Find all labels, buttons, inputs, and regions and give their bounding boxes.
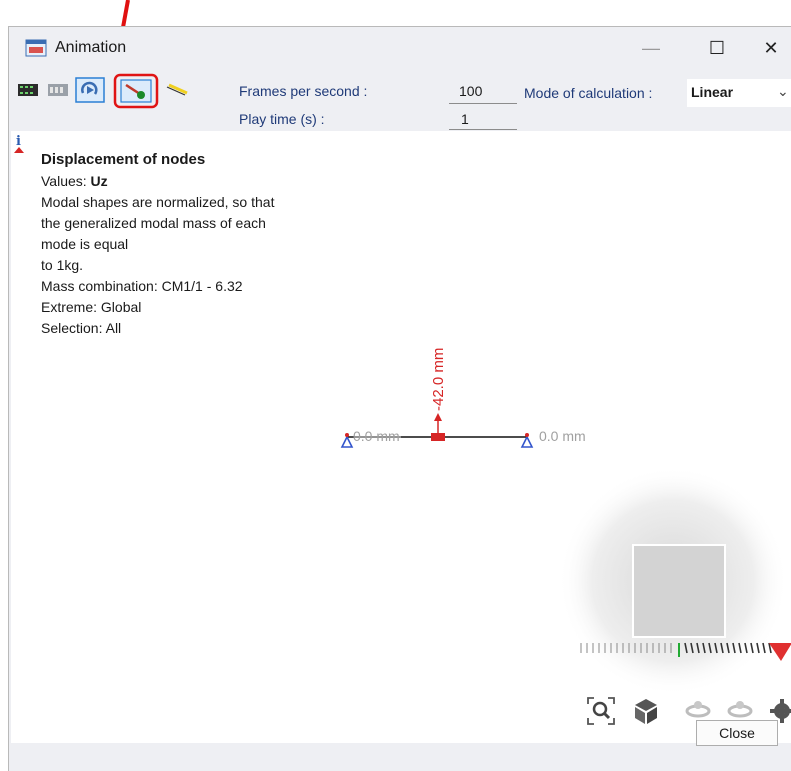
status-bar	[9, 743, 791, 771]
mode-select[interactable]: Linear ⌄	[687, 79, 791, 107]
info-line: Selection: All	[41, 320, 122, 336]
animation-window: Animation — ☐ ✕ Frames per second: 100 …	[8, 26, 791, 771]
maximize-button[interactable]: ☐	[695, 33, 739, 63]
loop-play-icon[interactable]	[75, 77, 105, 103]
window-close-button[interactable]: ✕	[749, 33, 791, 63]
title-bar[interactable]: Animation — ☐ ✕	[9, 27, 791, 69]
left-displacement-label: 0.0 mm	[353, 428, 400, 444]
chevron-down-icon: ⌄	[777, 83, 789, 99]
undeformed-shape-icon[interactable]	[165, 81, 189, 99]
deformed-shape-icon[interactable]	[113, 73, 159, 109]
mid-displacement-label: -42.0 mm	[430, 348, 447, 411]
arrow-head	[434, 413, 442, 421]
animation-app-icon	[25, 39, 47, 57]
mid-node-marker	[431, 433, 445, 441]
info-values-label: Values:	[41, 173, 91, 189]
fps-input[interactable]: 100	[459, 83, 482, 99]
playtime-label: Play time (s) :	[239, 111, 325, 127]
info-values-value: Uz	[90, 173, 108, 189]
beam-model: 0.0 mm 0.0 mm -42.0 mm	[340, 348, 586, 448]
right-support-icon	[520, 435, 534, 448]
navigation-cube[interactable]	[551, 461, 791, 701]
info-line: the generalized modal mass of each	[41, 215, 266, 231]
info-toggle-icon[interactable]: i	[13, 133, 25, 155]
window-title: Animation	[55, 39, 127, 56]
zoom-fit-icon[interactable]	[586, 696, 616, 726]
info-line: to 1kg.	[41, 257, 84, 273]
film-strip-icon[interactable]	[17, 81, 39, 99]
view-cube-icon[interactable]	[631, 696, 661, 726]
frames-icon[interactable]	[47, 81, 69, 99]
toolbar: Frames per second : 100 Play time (s) : …	[9, 69, 791, 131]
fps-label: Frames per second :	[239, 83, 368, 99]
info-values-line: Values: Uz	[41, 171, 108, 193]
right-displacement-label: 0.0 mm	[539, 428, 586, 444]
info-line: Mass combination: CM1/1 - 6.32	[41, 278, 243, 294]
info-heading: Displacement of nodes	[41, 151, 206, 168]
mode-select-value: Linear	[691, 84, 734, 100]
close-button[interactable]: Close	[696, 720, 778, 746]
info-line: Modal shapes are normalized, so that	[41, 194, 275, 210]
mode-label: Mode of calculation :	[524, 85, 653, 101]
view-cube-face	[632, 544, 726, 638]
playtime-underline	[449, 129, 517, 130]
info-line: mode is equal	[41, 236, 129, 252]
info-line: Extreme: Global	[41, 299, 142, 315]
model-canvas[interactable]: i Displacement of nodes Values: Uz Modal…	[11, 131, 791, 743]
axis-arrow-red	[769, 643, 791, 661]
minimize-button[interactable]: —	[629, 33, 673, 63]
svg-text:i: i	[16, 134, 21, 149]
left-support-icon	[340, 435, 354, 448]
fps-underline	[449, 103, 517, 104]
playtime-input[interactable]: 1	[461, 111, 469, 127]
